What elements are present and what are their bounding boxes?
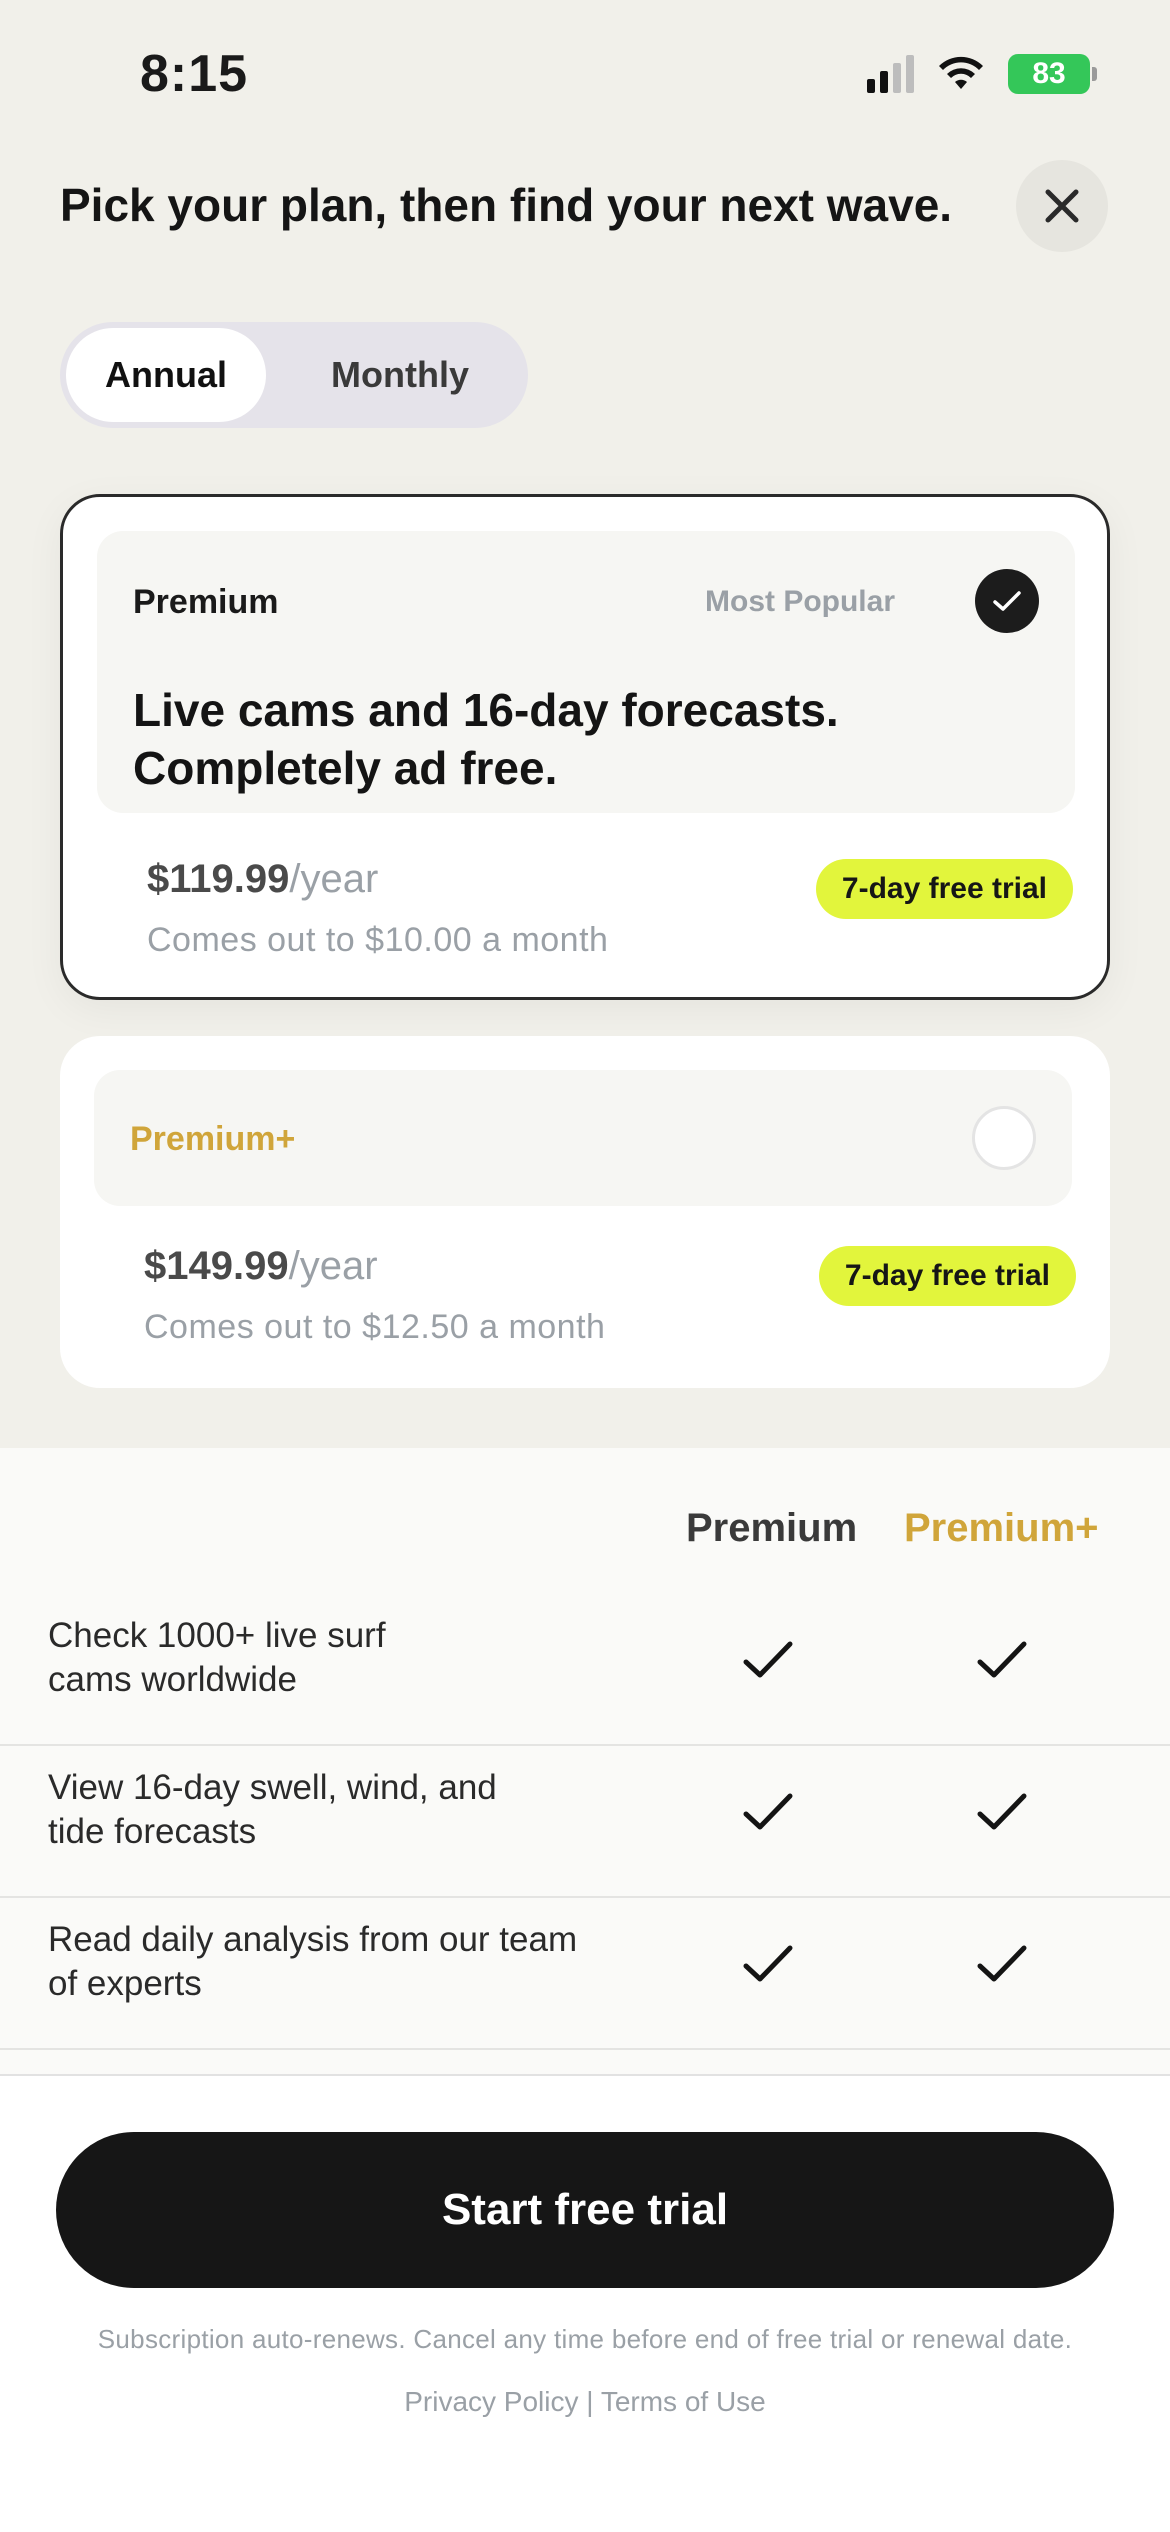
toggle-monthly[interactable]: Monthly [290, 328, 510, 422]
headline-line-1: Live cams and 16-day forecasts. [133, 684, 839, 736]
table-row: Read daily analysis from our team of exp… [0, 1898, 1170, 2050]
status-icons: 83 [867, 54, 1097, 94]
price-amount: $149.99 [144, 1244, 289, 1288]
privacy-policy-link[interactable]: Privacy Policy [404, 2386, 578, 2417]
close-icon [1045, 189, 1079, 223]
plan-card-premium-plus[interactable]: Premium+ $149.99/year Comes out to $12.5… [60, 1036, 1110, 1388]
plan-summary: Premium Most Popular Live cams and 16-da… [97, 531, 1075, 813]
most-popular-badge: Most Popular [705, 585, 896, 618]
toggle-annual[interactable]: Annual [66, 328, 266, 422]
checkmark-icon [977, 1945, 1027, 1982]
checkmark-icon [993, 591, 1021, 611]
price-period: /year [288, 1244, 378, 1288]
checkmark-icon [743, 1641, 793, 1678]
table-row: Check 1000+ live surf cams worldwide [0, 1594, 1170, 1746]
monthly-equivalent: Comes out to $12.50 a month [144, 1308, 606, 1346]
plan-name: Premium+ [130, 1120, 296, 1158]
feature-line-2: tide forecasts [48, 1812, 257, 1851]
monthly-equivalent: Comes out to $10.00 a month [147, 921, 609, 959]
price-period: /year [289, 857, 379, 901]
feature-label: Check 1000+ live surf cams worldwide [48, 1614, 648, 1702]
checkmark-icon [743, 1793, 793, 1830]
feature-line-1: View 16-day swell, wind, and [48, 1768, 497, 1807]
column-header-premium: Premium [686, 1506, 858, 1550]
checkmark-icon [977, 1641, 1027, 1678]
bottom-cta-panel: Start free trial Subscription auto-renew… [0, 2074, 1170, 2532]
column-header-premium-plus: Premium+ [904, 1506, 1099, 1550]
plan-radio-unselected[interactable] [972, 1106, 1036, 1170]
status-bar: 8:15 83 [0, 0, 1170, 150]
checkmark-icon [743, 1945, 793, 1982]
terms-of-use-link[interactable]: Terms of Use [601, 2386, 766, 2417]
feature-line-1: Check 1000+ live surf [48, 1616, 386, 1655]
plan-price: $119.99/year [147, 857, 378, 902]
page-title: Pick your plan, then find your next wave… [60, 179, 953, 231]
battery-icon: 83 [1008, 54, 1097, 94]
legal-links: Privacy Policy | Terms of Use [0, 2386, 1170, 2418]
link-separator: | [586, 2386, 594, 2417]
feature-line-1: Read daily analysis from our team [48, 1920, 578, 1959]
feature-label: View 16-day swell, wind, and tide foreca… [48, 1766, 648, 1854]
plan-card-premium[interactable]: Premium Most Popular Live cams and 16-da… [60, 494, 1110, 1000]
checkmark-icon [977, 1793, 1027, 1830]
free-trial-badge: 7-day free trial [815, 859, 1073, 919]
price-amount: $119.99 [147, 857, 290, 901]
feature-label: Read daily analysis from our team of exp… [48, 1918, 648, 2006]
headline-line-2: Completely ad free. [133, 742, 558, 794]
close-button[interactable] [1016, 160, 1108, 252]
subscription-disclaimer: Subscription auto-renews. Cancel any tim… [97, 2324, 1073, 2354]
plan-summary: Premium+ [94, 1070, 1072, 1206]
cellular-signal-icon [867, 55, 914, 93]
feature-comparison-table: Premium Premium+ Check 1000+ live surf c… [0, 1448, 1170, 2076]
plan-name: Premium [133, 583, 279, 621]
plan-headline: Live cams and 16-day forecasts. Complete… [133, 681, 839, 797]
start-free-trial-button[interactable]: Start free trial [56, 2132, 1114, 2288]
battery-level: 83 [1032, 57, 1066, 90]
billing-period-toggle: Annual Monthly [60, 322, 528, 428]
feature-line-2: of experts [48, 1964, 202, 2003]
table-row: View 16-day swell, wind, and tide foreca… [0, 1746, 1170, 1898]
free-trial-badge: 7-day free trial [818, 1246, 1076, 1306]
wifi-icon [939, 56, 983, 89]
status-time: 8:15 [140, 45, 249, 103]
feature-line-2: cams worldwide [48, 1660, 297, 1699]
plan-radio-selected[interactable] [975, 569, 1039, 633]
plan-price: $149.99/year [144, 1244, 378, 1289]
